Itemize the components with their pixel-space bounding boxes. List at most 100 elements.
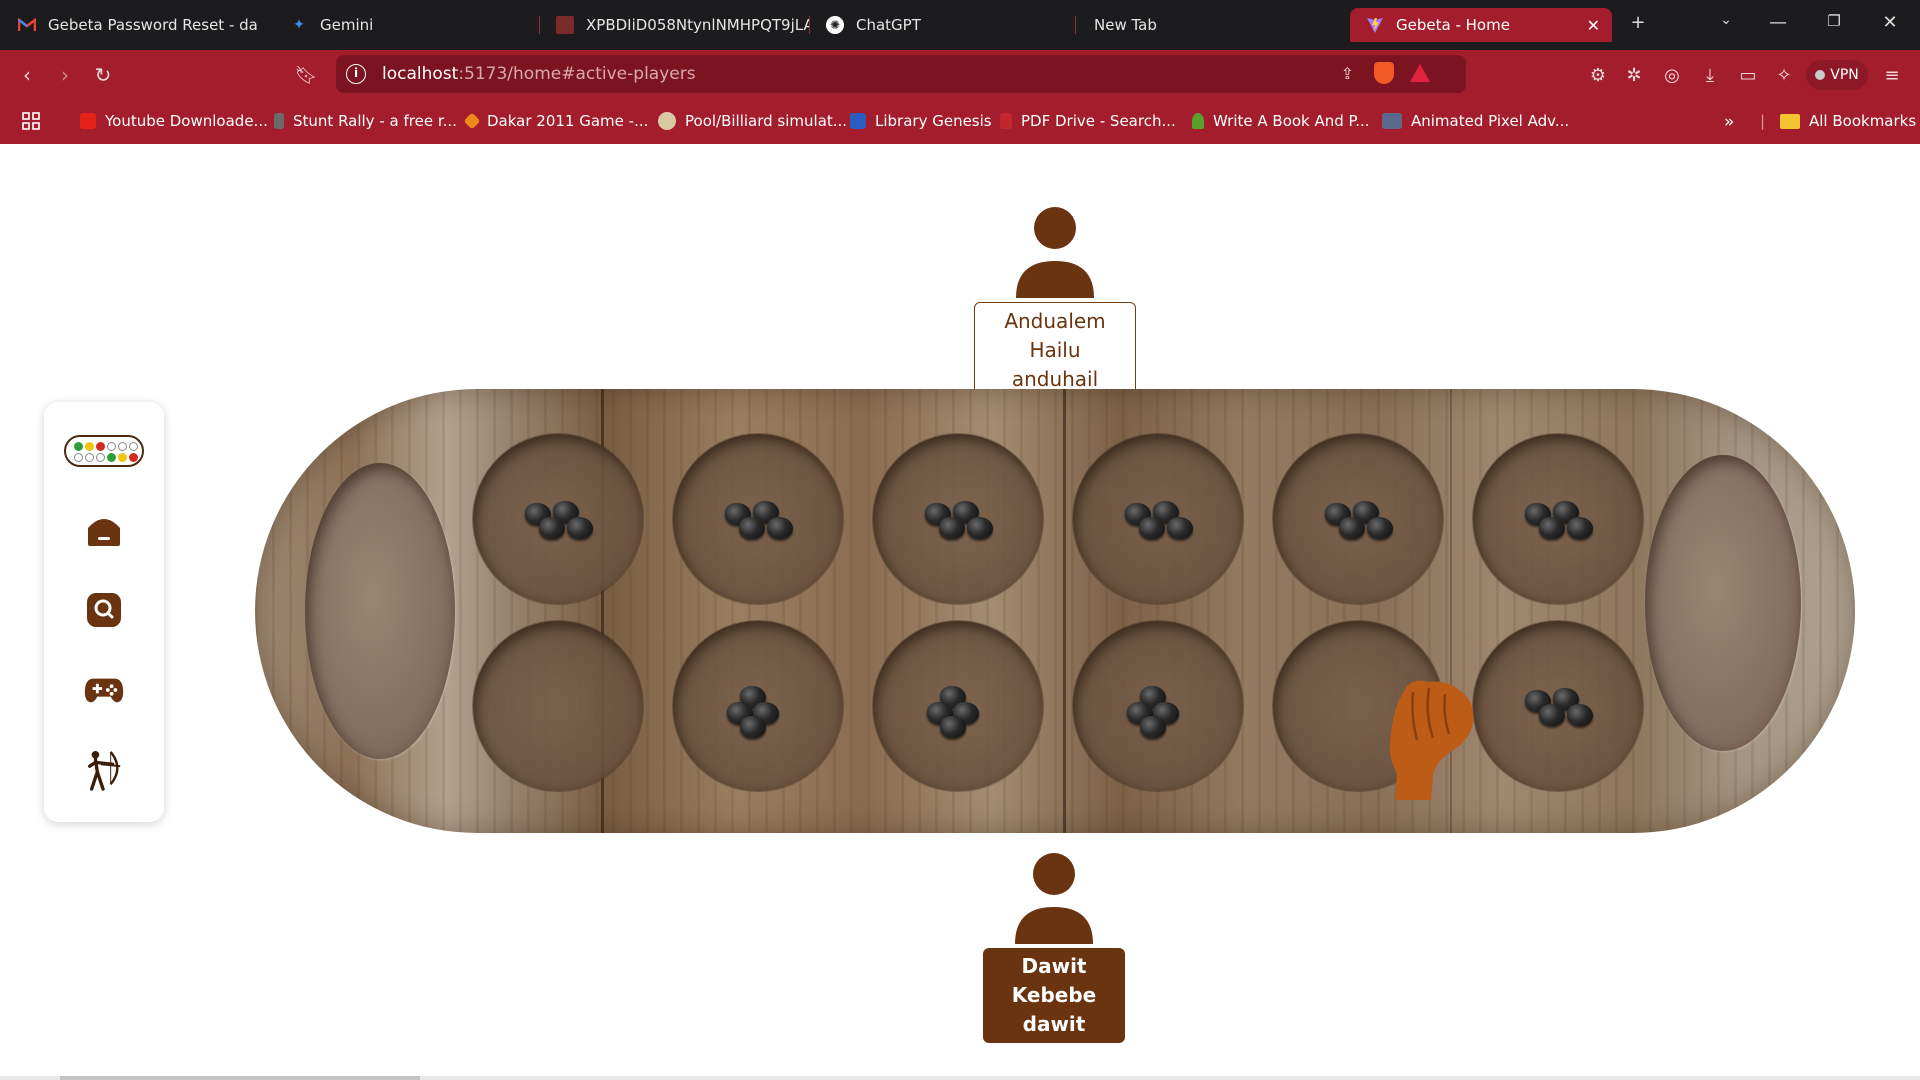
tab-separator: [539, 16, 540, 34]
bookmark-label: Stunt Rally - a free r...: [293, 112, 457, 130]
bookmark-item[interactable]: Animated Pixel Adv...: [1382, 112, 1569, 130]
seed-stone: [1139, 517, 1165, 539]
seed-stone: [539, 517, 565, 539]
minimize-window-icon[interactable]: —: [1764, 12, 1792, 33]
gmail-icon: [18, 16, 36, 34]
seed-stone: [1140, 716, 1166, 738]
left-store-pit[interactable]: [305, 463, 455, 759]
pool-billiard-icon: [658, 112, 676, 130]
bookmark-item[interactable]: Pool/Billiard simulat...: [658, 112, 847, 130]
tab-chatgpt[interactable]: ✺ ChatGPT: [826, 8, 1076, 42]
tab-title: Gemini: [320, 16, 374, 34]
bookmark-item[interactable]: Stunt Rally - a free r...: [274, 112, 457, 130]
logo-dot: [129, 453, 138, 462]
bookmark-item[interactable]: PDF Drive - Search...: [1000, 112, 1176, 130]
wood-seam: [1063, 389, 1066, 833]
home-icon[interactable]: [84, 510, 124, 550]
user-avatar-icon: [1015, 853, 1093, 944]
site-info-icon[interactable]: i: [346, 64, 366, 84]
apps-grid-icon[interactable]: [22, 112, 40, 130]
logo-dot: [107, 453, 116, 462]
extension-x-icon[interactable]: ⚙︎: [1586, 63, 1610, 87]
brave-rewards-icon[interactable]: [1410, 64, 1430, 82]
bottom-pit-6[interactable]: [1473, 621, 1643, 791]
top-pit-4[interactable]: [1073, 434, 1243, 604]
library-genesis-icon: [850, 113, 866, 129]
logo-dot: [74, 442, 83, 451]
url-text[interactable]: localhost:5173/home#active-players: [382, 64, 696, 84]
animated-pixel-icon: [1382, 113, 1402, 129]
logo-dot: [85, 453, 94, 462]
share-icon[interactable]: ⇪: [1341, 64, 1354, 83]
restore-window-icon[interactable]: ❐: [1820, 12, 1848, 30]
close-window-icon[interactable]: ✕: [1876, 12, 1904, 33]
bookmark-label: Youtube Downloade...: [105, 112, 268, 130]
seed-stone: [740, 716, 766, 738]
tab-new[interactable]: New Tab: [1094, 8, 1334, 42]
search-icon[interactable]: [84, 590, 124, 630]
tab-title: Gebeta - Home: [1396, 16, 1510, 34]
seed-stone: [1167, 517, 1193, 539]
tab-gmail[interactable]: Gebeta Password Reset - dawit: [18, 8, 258, 42]
tab-gemini[interactable]: ✦ Gemini: [290, 8, 540, 42]
bookmark-item[interactable]: Library Genesis: [850, 112, 992, 130]
seed-stone: [939, 517, 965, 539]
top-pit-6[interactable]: [1473, 434, 1643, 604]
all-bookmarks-label: All Bookmarks: [1809, 112, 1917, 130]
address-bar[interactable]: i localhost:5173/home#active-players ⇪: [336, 55, 1466, 93]
top-pit-5[interactable]: [1273, 434, 1443, 604]
top-player-card[interactable]: Andualem Hailu anduhail: [974, 206, 1136, 399]
downloads-icon[interactable]: ⤓: [1698, 63, 1722, 87]
gamepad-icon[interactable]: [84, 670, 124, 710]
seed-stone: [967, 517, 993, 539]
folder-icon: [1780, 113, 1800, 129]
reload-icon[interactable]: ↻: [90, 62, 116, 88]
logo-dot: [85, 442, 94, 451]
bookmark-page-icon[interactable]: 🔖︎: [293, 62, 319, 88]
tab-separator: [1075, 16, 1076, 34]
player-full-name: Dawit Kebebe: [1011, 954, 1097, 1007]
ai-sparkle-icon[interactable]: ✧: [1772, 63, 1796, 87]
bottom-pit-2[interactable]: [673, 621, 843, 791]
bookmark-item[interactable]: Write A Book And P...: [1192, 112, 1370, 130]
bottom-pit-1[interactable]: [473, 621, 643, 791]
right-store-pit[interactable]: [1645, 455, 1801, 751]
url-host: localhost: [382, 64, 459, 84]
gebeta-logo[interactable]: [64, 435, 144, 467]
bookmark-label: Animated Pixel Adv...: [1411, 112, 1570, 130]
top-pit-2[interactable]: [673, 434, 843, 604]
player-name-box: Andualem Hailu anduhail: [974, 302, 1136, 399]
close-tab-icon[interactable]: ✕: [1587, 16, 1600, 35]
player-full-name: Andualem Hailu: [1004, 309, 1106, 362]
back-icon[interactable]: ‹: [14, 62, 40, 88]
chatgpt-icon: ✺: [826, 16, 844, 34]
top-pit-1[interactable]: [473, 434, 643, 604]
menu-icon[interactable]: ≡: [1880, 63, 1904, 87]
top-pit-3[interactable]: [873, 434, 1043, 604]
leo-icon[interactable]: ◎: [1660, 63, 1684, 87]
bookmark-item[interactable]: Youtube Downloade...: [80, 112, 268, 130]
bookmark-label: PDF Drive - Search...: [1021, 112, 1176, 130]
more-bookmarks-chevron-icon[interactable]: »: [1724, 112, 1734, 132]
bottom-player-card[interactable]: Dawit Kebebe dawit: [983, 852, 1125, 1043]
tab-search-chevron-icon[interactable]: ⌄: [1712, 12, 1740, 28]
logo-dot: [96, 453, 105, 462]
tab-gebeta-home[interactable]: Gebeta - Home ✕: [1350, 8, 1612, 42]
bottom-pit-3[interactable]: [873, 621, 1043, 791]
player-username: dawit: [1022, 1012, 1086, 1036]
vpn-button[interactable]: VPN: [1806, 60, 1868, 90]
forward-icon[interactable]: ›: [52, 62, 78, 88]
all-bookmarks-button[interactable]: All Bookmarks: [1780, 112, 1916, 130]
url-path: :5173/home#active-players: [458, 64, 696, 84]
wallet-icon[interactable]: ▭: [1736, 63, 1760, 87]
tab-image[interactable]: XPBDIiD058NtynlNMHPQT9jLA: [556, 8, 810, 42]
scrollbar-thumb[interactable]: [60, 1076, 420, 1080]
tab-title: Gebeta Password Reset - dawit: [48, 16, 258, 34]
extensions-puzzle-icon[interactable]: ✲: [1622, 63, 1646, 87]
bookmark-item[interactable]: Dakar 2011 Game -...: [463, 112, 648, 130]
brave-shields-icon[interactable]: [1374, 62, 1394, 84]
archer-icon[interactable]: [84, 750, 124, 791]
tab-separator: [809, 16, 810, 34]
new-tab-button[interactable]: +: [1624, 12, 1652, 33]
bottom-pit-4[interactable]: [1073, 621, 1243, 791]
